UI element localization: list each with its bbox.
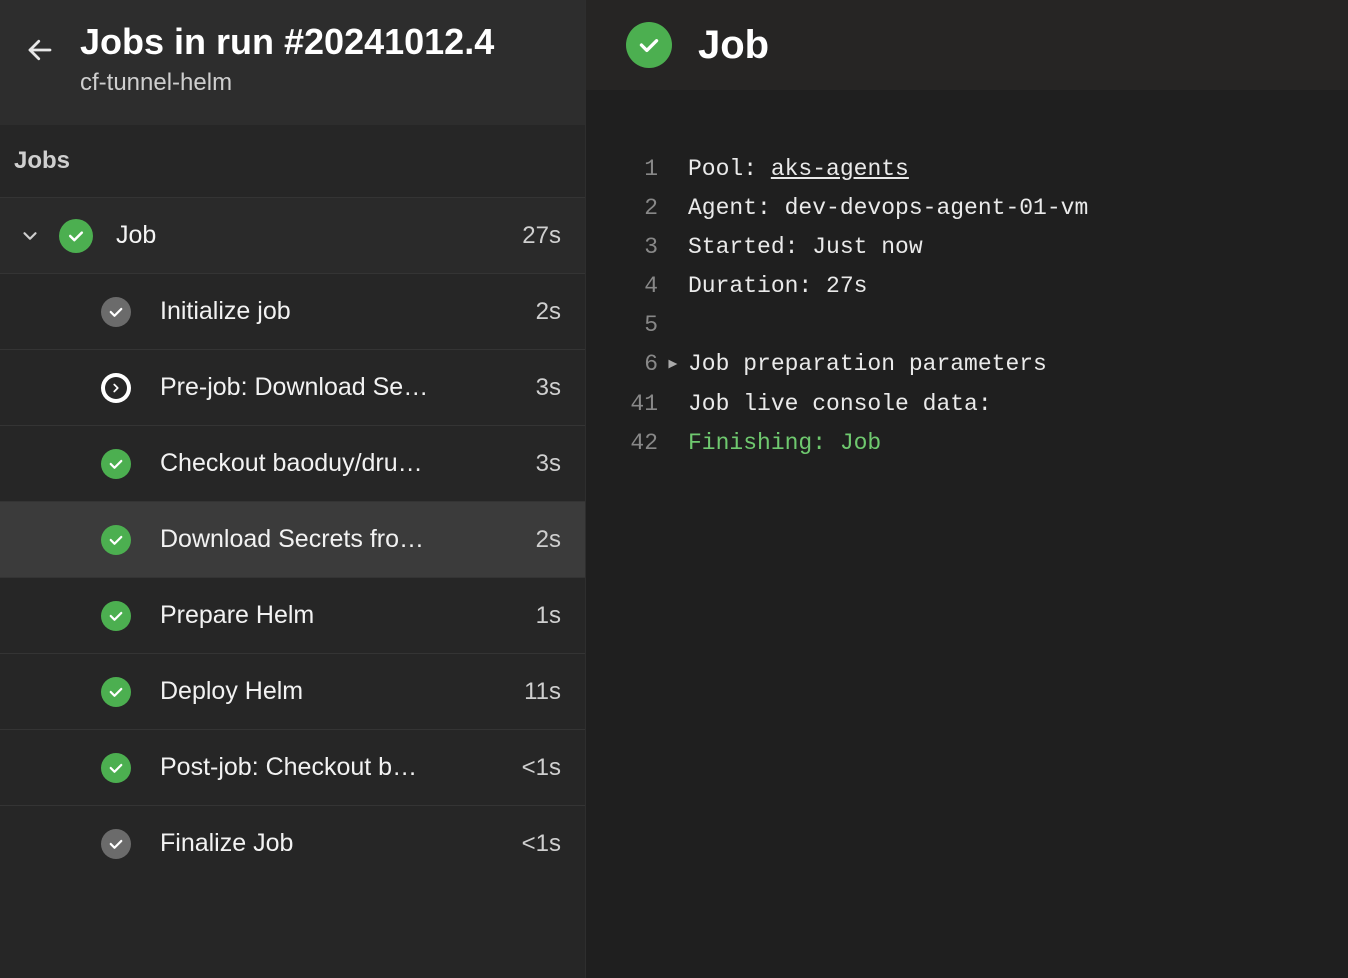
log-line: 5 <box>586 306 1348 345</box>
log-line: 41 Job live console data: <box>586 385 1348 424</box>
pool-link[interactable]: aks-agents <box>771 156 909 182</box>
status-badge <box>100 601 132 631</box>
log-line: 6▸Job preparation parameters <box>586 345 1348 384</box>
back-button[interactable] <box>20 30 60 70</box>
check-icon <box>101 829 131 859</box>
step-duration: <1s <box>522 754 571 782</box>
step-row[interactable]: Post-job: Checkout b…<1s <box>0 729 585 805</box>
status-badge <box>626 22 672 68</box>
arrow-left-icon <box>25 35 55 65</box>
step-row[interactable]: Prepare Helm1s <box>0 577 585 653</box>
log-text: Job preparation parameters <box>688 345 1047 384</box>
step-label: Deploy Helm <box>160 677 524 706</box>
step-label: Post-job: Checkout b… <box>160 753 522 782</box>
log-text: Job live console data: <box>688 385 992 424</box>
chevron-down-icon <box>14 225 46 247</box>
check-icon <box>101 449 131 479</box>
log-text: Finishing: Job <box>688 424 881 463</box>
line-number: 1 <box>586 150 666 189</box>
jobs-section-label: Jobs <box>0 125 585 197</box>
step-row[interactable]: Pre-job: Download Se…3s <box>0 349 585 425</box>
step-duration: <1s <box>522 830 571 858</box>
log-text: Pool: aks-agents <box>688 150 909 189</box>
content-pane: Job 1 Pool: aks-agents 2 Agent: dev-devops-… <box>586 0 1348 978</box>
log-line: 3 Started: Just now <box>586 228 1348 267</box>
running-icon <box>101 373 131 403</box>
check-icon <box>101 601 131 631</box>
log-line: 2 Agent: dev-devops-agent-01-vm <box>586 189 1348 228</box>
log-text: Started: Just now <box>688 228 923 267</box>
check-icon <box>101 525 131 555</box>
status-badge <box>100 677 132 707</box>
page-title: Jobs in run #20241012.4 <box>80 20 494 63</box>
check-icon <box>101 677 131 707</box>
step-duration: 11s <box>524 678 571 706</box>
step-label: Initialize job <box>160 297 536 326</box>
log-text: Duration: 27s <box>688 267 867 306</box>
status-badge <box>56 219 96 253</box>
sidebar-header: Jobs in run #20241012.4 cf-tunnel-helm <box>0 0 585 125</box>
status-badge <box>100 449 132 479</box>
job-label: Job <box>116 221 522 250</box>
step-row[interactable]: Deploy Helm11s <box>0 653 585 729</box>
step-label: Finalize Job <box>160 829 522 858</box>
status-badge <box>100 297 132 327</box>
check-icon <box>636 32 662 58</box>
job-row[interactable]: Job 27s <box>0 197 585 273</box>
step-duration: 3s <box>536 374 571 402</box>
status-badge <box>100 373 132 403</box>
line-number: 3 <box>586 228 666 267</box>
check-icon <box>101 297 131 327</box>
step-label: Download Secrets fro… <box>160 525 536 554</box>
log-text: Agent: dev-devops-agent-01-vm <box>688 189 1088 228</box>
step-duration: 2s <box>536 526 571 554</box>
log-line: 4 Duration: 27s <box>586 267 1348 306</box>
pipeline-name: cf-tunnel-helm <box>80 69 494 97</box>
content-header: Job <box>586 0 1348 90</box>
detail-title: Job <box>698 23 769 68</box>
line-number: 2 <box>586 189 666 228</box>
step-label: Prepare Helm <box>160 601 536 630</box>
check-icon <box>66 226 86 246</box>
check-icon <box>101 753 131 783</box>
sidebar: Jobs in run #20241012.4 cf-tunnel-helm J… <box>0 0 586 978</box>
status-badge <box>100 829 132 859</box>
log-line: 1 Pool: aks-agents <box>586 150 1348 189</box>
step-row[interactable]: Initialize job2s <box>0 273 585 349</box>
status-badge <box>100 525 132 555</box>
job-duration: 27s <box>522 222 571 250</box>
expand-caret-icon[interactable]: ▸ <box>666 345 688 384</box>
step-row[interactable]: Finalize Job<1s <box>0 805 585 881</box>
step-label: Checkout baoduy/dru… <box>160 449 536 478</box>
line-number: 6 <box>586 345 666 384</box>
step-label: Pre-job: Download Se… <box>160 373 536 402</box>
line-number: 42 <box>586 424 666 463</box>
line-number: 41 <box>586 385 666 424</box>
status-badge <box>100 753 132 783</box>
step-row[interactable]: Download Secrets fro…2s <box>0 501 585 577</box>
step-row[interactable]: Checkout baoduy/dru…3s <box>0 425 585 501</box>
line-number: 5 <box>586 306 666 345</box>
step-duration: 1s <box>536 602 571 630</box>
step-duration: 3s <box>536 450 571 478</box>
line-number: 4 <box>586 267 666 306</box>
log-viewer[interactable]: 1 Pool: aks-agents 2 Agent: dev-devops-agen… <box>586 90 1348 463</box>
step-duration: 2s <box>536 298 571 326</box>
log-line: 42 Finishing: Job <box>586 424 1348 463</box>
